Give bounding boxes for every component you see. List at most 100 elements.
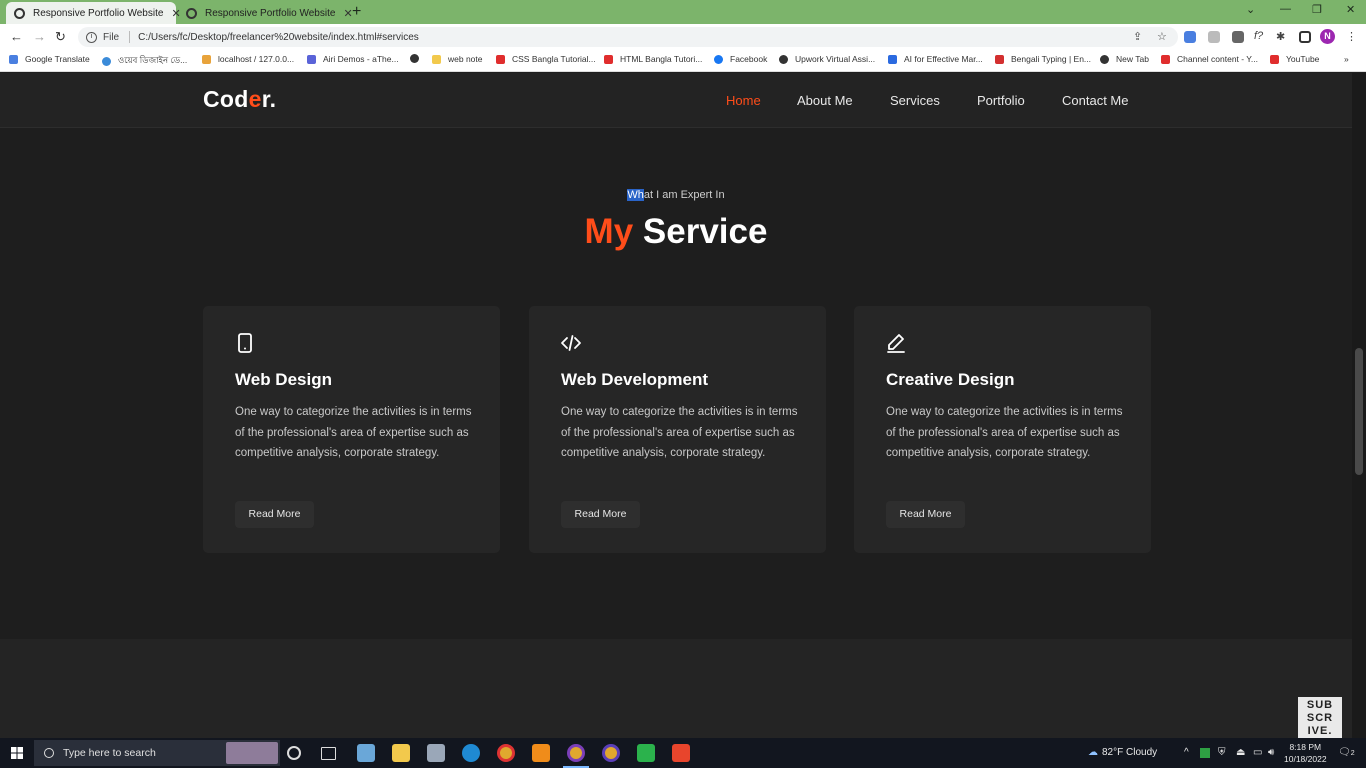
file-explorer-icon[interactable]	[392, 744, 410, 762]
bookmark-star-icon[interactable]: ☆	[1157, 30, 1167, 43]
tab-title: Responsive Portfolio Website	[205, 7, 336, 19]
services-section: What I am Expert In My Service Web Desig…	[0, 129, 1352, 639]
side-panel-icon[interactable]	[1299, 31, 1311, 43]
tab-title: Responsive Portfolio Website	[33, 7, 164, 19]
card-description: One way to categorize the activities is …	[561, 406, 798, 459]
task-view-icon[interactable]	[321, 747, 336, 760]
translate-extension-icon[interactable]	[1184, 31, 1196, 43]
nav-services[interactable]: Services	[890, 93, 940, 108]
subscribe-overlay: SUB SCR IVE.	[1298, 697, 1342, 738]
store-icon[interactable]	[427, 744, 445, 762]
scrollbar-thumb[interactable]	[1355, 348, 1363, 475]
browser-tab[interactable]: Responsive Portfolio Website ✕	[178, 2, 353, 24]
screenshot-extension-icon[interactable]	[1208, 31, 1220, 43]
youtube-icon	[1270, 54, 1279, 64]
bookmark-css-bangla[interactable]: CSS Bangla Tutorial...	[496, 54, 596, 64]
notepad-icon[interactable]	[357, 744, 375, 762]
site-logo[interactable]: Coder.	[203, 86, 276, 113]
read-more-button[interactable]: Read More	[235, 501, 314, 528]
weather-widget[interactable]: ☁ 82°F Cloudy	[1088, 747, 1157, 758]
security-icon[interactable]: ⛨	[1218, 747, 1226, 758]
card-description: One way to categorize the activities is …	[886, 406, 1123, 459]
close-window-icon[interactable]: ✕	[1346, 3, 1355, 16]
nav-about-me[interactable]: About Me	[797, 93, 853, 108]
address-bar[interactable]: i File C:/Users/fc/Desktop/freelancer%20…	[78, 27, 1178, 47]
back-icon[interactable]: ←	[10, 29, 23, 44]
nav-contact-me[interactable]: Contact Me	[1062, 93, 1128, 108]
site-header: Coder. Home About Me Services Portfolio …	[0, 73, 1352, 128]
new-tab-icon[interactable]: +	[352, 3, 361, 21]
service-card-web-design: Web Design One way to categorize the act…	[203, 306, 500, 553]
puzzle-extensions-icon[interactable]: ✱	[1276, 30, 1285, 43]
taskbar-clock[interactable]: 8:18 PM 10/18/2022	[1284, 741, 1327, 765]
bookmark-html-bangla[interactable]: HTML Bangla Tutori...	[604, 54, 702, 64]
usb-icon[interactable]: ⏏	[1236, 747, 1245, 758]
read-more-button[interactable]: Read More	[561, 501, 640, 528]
formula-extension-icon[interactable]: f?	[1254, 30, 1263, 42]
youtube-icon	[496, 54, 505, 64]
globe-icon	[779, 54, 788, 64]
browser-tab-active[interactable]: Responsive Portfolio Website ✕	[6, 2, 181, 24]
bookmark-ai-marketing[interactable]: AI for Effective Mar...	[888, 54, 983, 64]
nav-portfolio[interactable]: Portfolio	[977, 93, 1025, 108]
edge-icon[interactable]	[462, 744, 480, 762]
globe-icon	[410, 54, 419, 63]
url-text[interactable]: C:/Users/fc/Desktop/freelancer%20website…	[138, 32, 419, 43]
folder-icon	[432, 54, 441, 64]
bookmark-upwork[interactable]: Upwork Virtual Assi...	[779, 54, 875, 64]
bookmark-facebook[interactable]: Facebook	[714, 54, 767, 64]
windows-start-icon[interactable]	[11, 747, 23, 759]
chrome-profile-icon[interactable]	[602, 744, 620, 762]
globe-icon	[14, 7, 25, 19]
bookmark-google-translate[interactable]: Google Translate	[9, 54, 90, 64]
cloud-icon: ☁	[1088, 747, 1098, 758]
facebook-icon	[714, 54, 723, 64]
bookmark-new-tab[interactable]: New Tab	[1100, 54, 1149, 64]
extension-icon[interactable]	[1232, 31, 1244, 43]
globe-icon	[102, 56, 111, 66]
profile-avatar[interactable]: N	[1320, 29, 1335, 44]
restore-icon[interactable]: ❐	[1312, 3, 1322, 16]
youtube-icon	[604, 54, 613, 64]
web-page: Coder. Home About Me Services Portfolio …	[0, 73, 1352, 738]
section-heading: My Service	[584, 212, 768, 251]
tray-app-icon[interactable]	[1200, 748, 1210, 758]
search-icon	[44, 748, 54, 758]
info-icon[interactable]: i	[86, 31, 97, 43]
chrome-icon[interactable]	[497, 744, 515, 762]
bookmark-web-note[interactable]: web note	[432, 54, 483, 64]
taskbar-search[interactable]: Type here to search	[34, 740, 280, 766]
camtasia-recorder-icon[interactable]	[672, 744, 690, 762]
browser-tab-strip: Responsive Portfolio Website ✕ Responsiv…	[0, 0, 1366, 24]
airi-icon	[307, 54, 316, 64]
bookmark-airi-demos[interactable]: Airi Demos - aThe...	[307, 54, 399, 64]
reload-icon[interactable]: ↻	[55, 29, 66, 45]
cortana-icon[interactable]	[287, 746, 301, 760]
phpmyadmin-icon	[202, 54, 211, 64]
card-title: Web Development	[561, 370, 709, 389]
url-scheme: File	[103, 31, 120, 43]
camtasia-icon[interactable]	[637, 744, 655, 762]
share-icon[interactable]: ⇪	[1133, 30, 1142, 43]
bookmark-youtube[interactable]: YouTube	[1270, 54, 1319, 64]
more-bookmarks-icon[interactable]: »	[1344, 54, 1349, 64]
volume-icon[interactable]: 🔊︎	[1268, 747, 1274, 758]
nav-home[interactable]: Home	[726, 93, 761, 108]
bookmark-channel-content[interactable]: Channel content - Y...	[1161, 54, 1258, 64]
read-more-button[interactable]: Read More	[886, 501, 965, 528]
notification-center-icon[interactable]: 🗨︎2	[1338, 747, 1355, 758]
menu-kebab-icon[interactable]: ⋮	[1346, 30, 1357, 43]
network-icon[interactable]: ▭	[1253, 747, 1262, 758]
forward-icon[interactable]: →	[33, 29, 46, 44]
divider	[129, 31, 131, 43]
bookmark-web-design[interactable]: ওয়েব ডিজাইন ডে...	[102, 54, 187, 68]
tab-search-chevron-icon[interactable]: ⌄	[1246, 3, 1255, 16]
minimize-icon[interactable]: —	[1280, 3, 1291, 15]
sublime-text-icon[interactable]	[532, 744, 550, 762]
bookmark-globe[interactable]	[410, 54, 426, 63]
search-placeholder: Type here to search	[63, 747, 156, 759]
bookmark-bengali-typing[interactable]: Bengali Typing | En...	[995, 54, 1091, 64]
tray-chevron-icon[interactable]: ^	[1184, 747, 1189, 758]
chrome-profile-icon[interactable]	[567, 744, 585, 762]
bookmark-localhost[interactable]: localhost / 127.0.0...	[202, 54, 294, 64]
